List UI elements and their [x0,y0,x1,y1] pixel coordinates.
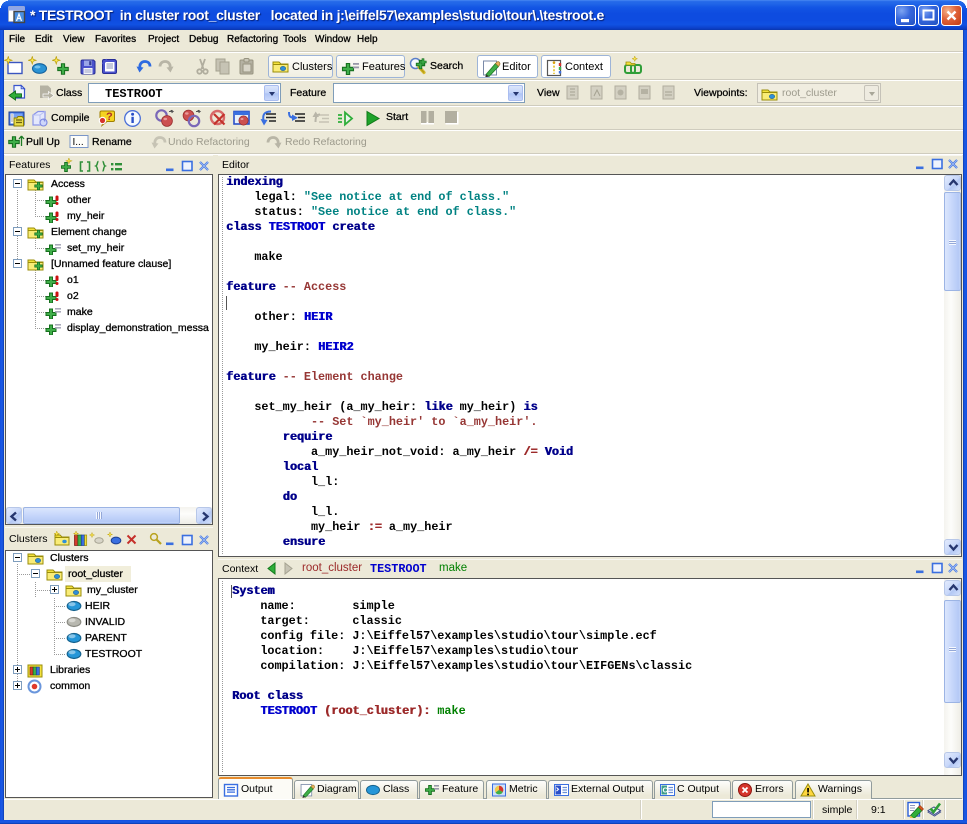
svg-text:I...: I... [73,137,84,148]
svg-text:C: C [663,786,669,795]
svg-text:?: ? [106,111,113,123]
